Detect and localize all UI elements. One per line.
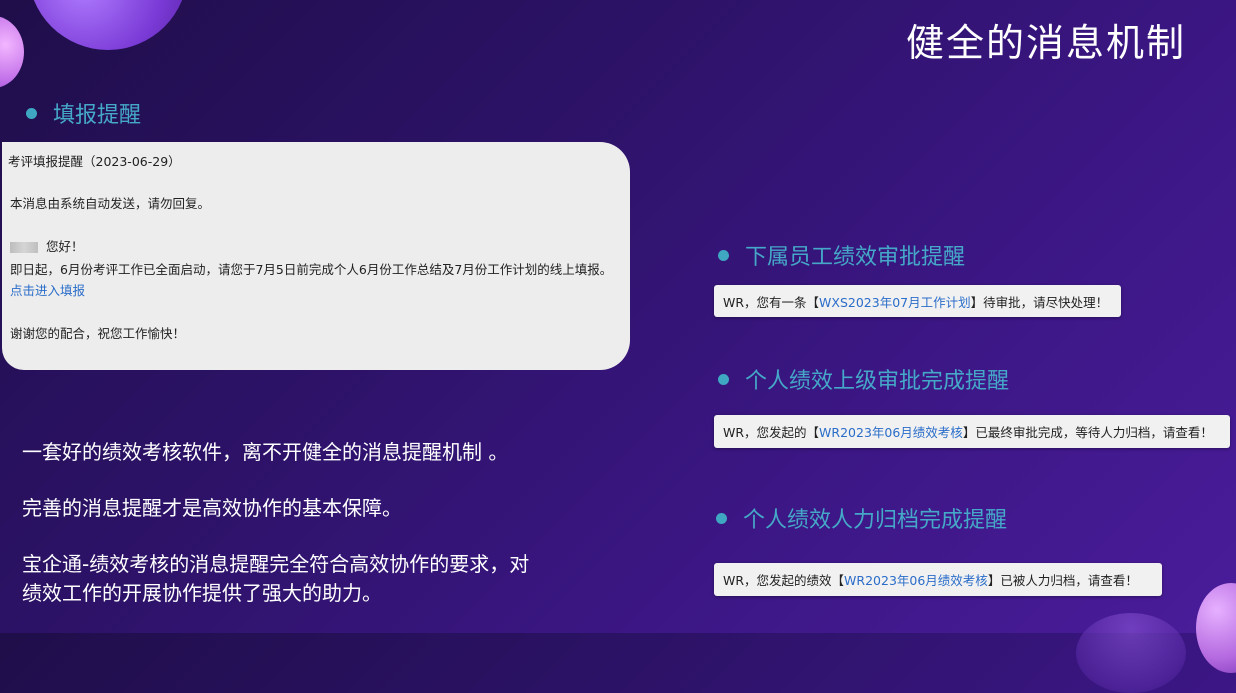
section-label: 下属员工绩效审批提醒 [745,245,966,270]
blurred-name [10,242,38,253]
mail-greeting: 您好！ [46,239,84,254]
decor-circle-top [28,0,188,50]
bullet-dot-icon [26,107,37,119]
section-label: 个人绩效上级审批完成提醒 [745,369,1010,394]
bullet-dot-icon [718,249,729,261]
mail-closing: 谢谢您的配合，祝您工作愉快！ [10,326,186,341]
section-hr-archive-done: 个人绩效人力归档完成提醒 [716,502,1007,534]
decor-glow-bottom [1076,613,1186,693]
notice-link[interactable]: WR2023年06月绩效考核 [844,570,988,589]
section-label: 个人绩效人力归档完成提醒 [743,508,1008,533]
description-line-3b: 绩效工作的开展协作提供了强大的助力。 [22,581,382,605]
reminder-mail-card: 考评填报提醒（2023-06-29） 本消息由系统自动发送，请勿回复。 您好！ … [2,142,630,370]
notice-text-post: 】待审批，请尽快处理！ [970,294,1109,310]
description-line-1: 一套好的绩效考核软件，离不开健全的消息提醒机制 。 [22,440,509,464]
mail-greeting-row: 您好！ [10,236,84,255]
bullet-dot-icon [716,512,727,524]
section-label: 填报提醒 [53,103,142,128]
fill-in-link[interactable]: 点击进入填报 [10,280,85,299]
notice-hr-archive-done: WR，您发起的绩效【 WR2023年06月绩效考核 】已被人力归档，请查看！ [714,563,1162,596]
section-superior-approval-done: 个人绩效上级审批完成提醒 [718,363,1009,395]
notice-text-post: 】已最终审批完成，等待人力归档，请查看！ [962,425,1213,440]
notice-subordinate-approval: WR，您有一条【 WXS2023年07月工作计划 】待审批，请尽快处理！ [714,285,1121,317]
notice-text-post: 】已被人力归档，请查看！ [987,573,1138,588]
page-title: 健全的消息机制 [905,21,1186,65]
notice-link[interactable]: WR2023年06月绩效考核 [819,422,963,441]
mail-subject: 考评填报提醒（2023-06-29） [8,154,181,169]
section-subordinate-approval: 下属员工绩效审批提醒 [718,239,965,271]
decor-circle-left [0,16,24,88]
bullet-dot-icon [718,373,729,385]
notice-superior-approval-done: WR，您发起的【 WR2023年06月绩效考核 】已最终审批完成，等待人力归档，请查… [714,415,1230,448]
notice-link[interactable]: WXS2023年07月工作计划 [819,292,971,311]
mail-auto-notice: 本消息由系统自动发送，请勿回复。 [10,196,211,211]
notice-text-pre: WR，您有一条【 [723,294,820,310]
section-fill-reminder: 填报提醒 [26,97,141,129]
mail-body: 即日起，6月份考评工作已全面启动，请您于7月5日前完成个人6月份工作总结及7月份… [10,262,613,277]
notice-text-pre: WR，您发起的绩效【 [723,573,845,588]
notice-text-pre: WR，您发起的【 [723,425,820,440]
description-line-3a: 宝企通-绩效考核的消息提醒完全符合高效协作的要求，对 [22,552,530,576]
description-line-2: 完善的消息提醒才是高效协作的基本保障。 [22,496,402,520]
decor-circle-bottom-right [1196,583,1236,673]
